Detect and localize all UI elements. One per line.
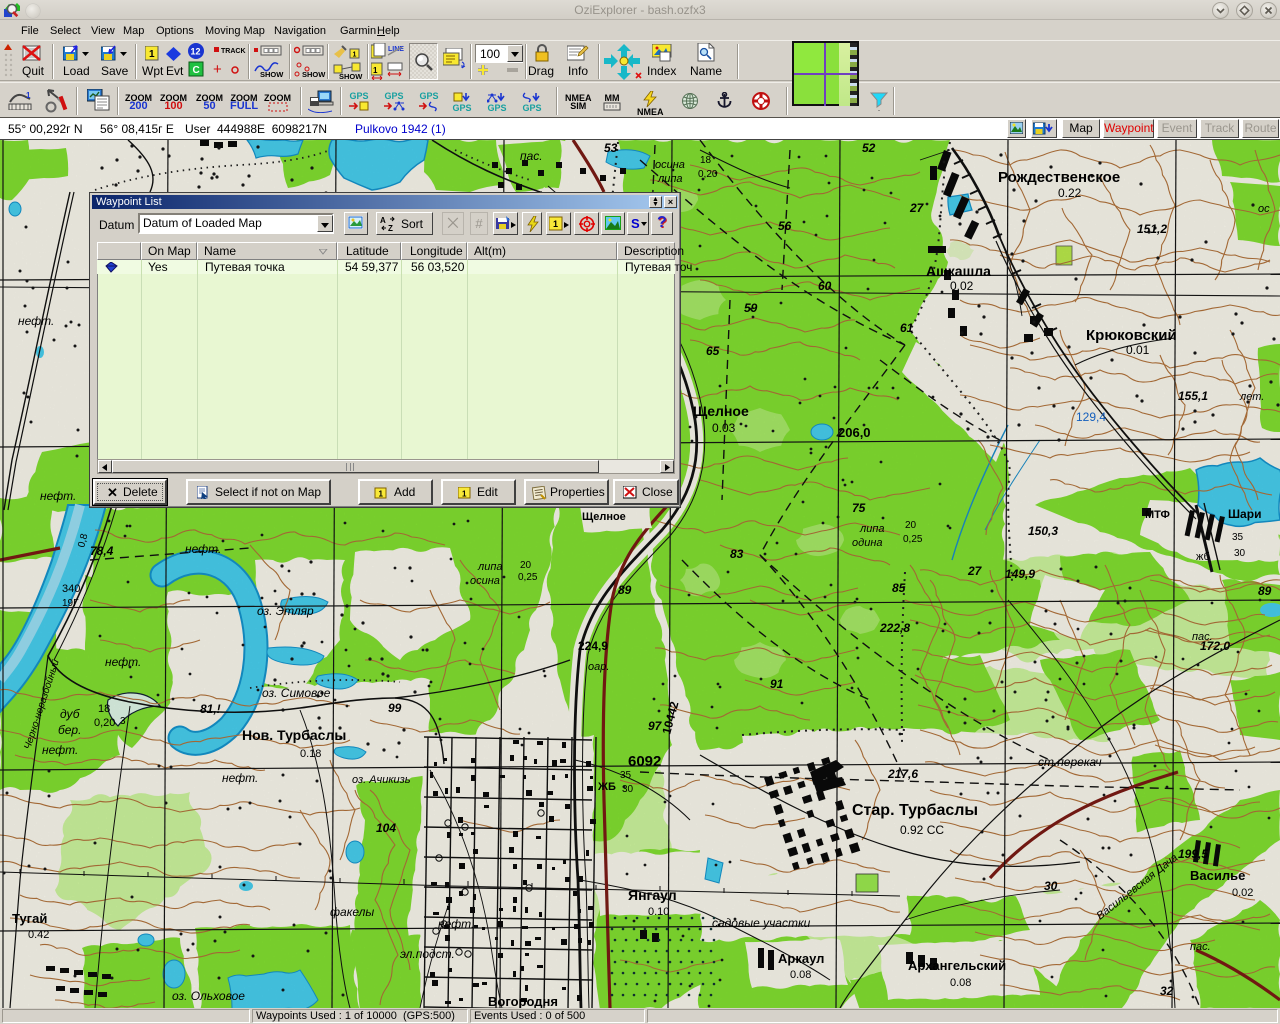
svg-text:12: 12: [191, 47, 201, 57]
svg-text:1: 1: [553, 219, 558, 229]
svg-text:Z: Z: [388, 224, 393, 232]
svg-text:+: +: [213, 61, 222, 77]
svg-text:1: 1: [26, 91, 31, 100]
svg-text:TRACK: TRACK: [221, 48, 246, 55]
svg-text:1: 1: [373, 66, 378, 75]
svg-text:1: 1: [379, 490, 384, 499]
svg-text:SHOW: SHOW: [260, 70, 284, 78]
svg-text:A: A: [380, 216, 386, 225]
svg-text:1: 1: [353, 52, 357, 59]
svg-text:C: C: [193, 65, 200, 76]
svg-text:1: 1: [462, 490, 467, 499]
svg-text:SHOW: SHOW: [302, 70, 326, 78]
svg-text:SHOW: SHOW: [339, 72, 363, 80]
svg-text:1: 1: [149, 49, 155, 60]
